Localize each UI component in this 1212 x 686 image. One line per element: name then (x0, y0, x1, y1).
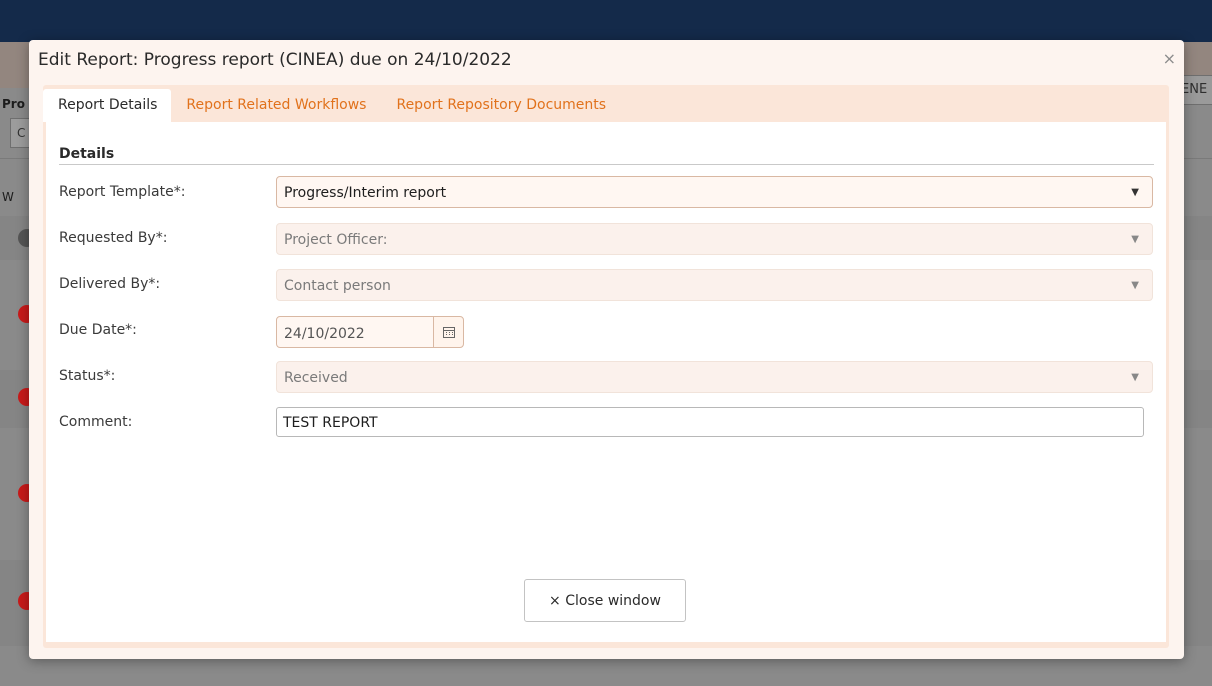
chevron-down-icon: ▼ (1131, 187, 1139, 198)
tab-report-details[interactable]: Report Details (43, 89, 172, 122)
tab-container: Report Details Report Related Workflows … (43, 85, 1169, 648)
report-template-label: Report Template*: (59, 184, 186, 200)
background-column-header: W (2, 190, 14, 204)
requested-by-value: Project Officer: (284, 232, 388, 248)
due-date-label: Due Date*: (59, 322, 137, 338)
requested-by-select: Project Officer: ▼ (276, 223, 1153, 255)
status-select: Received ▼ (276, 361, 1153, 393)
calendar-button[interactable] (433, 316, 464, 348)
report-template-value: Progress/Interim report (284, 185, 447, 201)
dialog-title: Edit Report: Progress report (CINEA) due… (38, 50, 512, 70)
section-title: Details (59, 146, 115, 162)
section-divider (59, 164, 1154, 165)
report-template-select[interactable]: Progress/Interim report ▼ (276, 176, 1153, 208)
status-label: Status*: (59, 368, 116, 384)
tab-report-related-workflows[interactable]: Report Related Workflows (171, 89, 381, 122)
app-header-bar (0, 0, 1212, 42)
chevron-down-icon: ▼ (1131, 372, 1139, 383)
close-icon[interactable]: × (1163, 49, 1176, 68)
requested-by-label: Requested By*: (59, 230, 168, 246)
delivered-by-label: Delivered By*: (59, 276, 161, 292)
comment-label: Comment: (59, 414, 133, 430)
edit-report-dialog: Edit Report: Progress report (CINEA) due… (29, 40, 1184, 659)
status-value: Received (284, 370, 348, 386)
report-details-panel: Details Report Template*: Progress/Inter… (46, 122, 1166, 642)
close-window-button[interactable]: × Close window (524, 579, 686, 622)
tab-report-repository-documents[interactable]: Report Repository Documents (381, 89, 621, 122)
comment-input[interactable]: TEST REPORT (276, 407, 1144, 437)
delivered-by-value: Contact person (284, 278, 391, 294)
chevron-down-icon: ▼ (1131, 234, 1139, 245)
due-date-input[interactable]: 24/10/2022 (276, 316, 434, 348)
background-label-project: Pro (2, 97, 25, 111)
calendar-icon (443, 327, 455, 338)
tab-bar: Report Details Report Related Workflows … (43, 89, 621, 122)
delivered-by-select: Contact person ▼ (276, 269, 1153, 301)
chevron-down-icon: ▼ (1131, 280, 1139, 291)
